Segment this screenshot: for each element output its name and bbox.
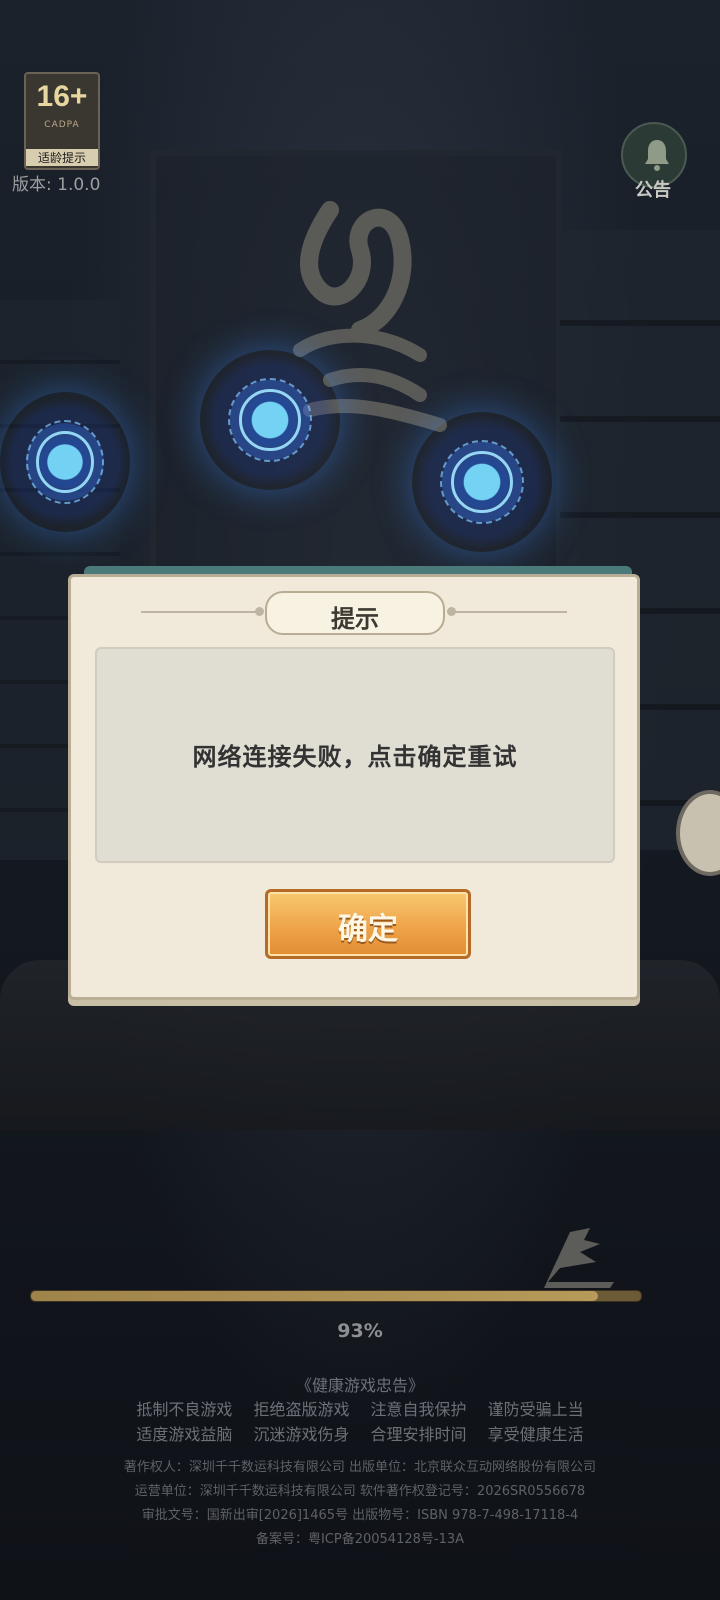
confirm-button[interactable]: 确定 [265,889,471,959]
dialog-title-dot-right [447,607,456,616]
footer-icp-line: 备案号：粤ICP备20054128号-13A [255,1532,465,1547]
footer-copyright-line: 著作权人：深圳千千数运科技有限公司 出版单位：北京联众互动网络股份有限公司 [123,1460,597,1475]
dialog-title-plate: 提示 [265,591,445,635]
magic-rune-left [0,392,130,532]
dialog-content-box: 网络连接失败，点击确定重试 [95,647,615,863]
age-rating-label: 适龄提示 [26,149,98,166]
rune-ring-inner [239,389,301,451]
confirm-button-label: 确定 [338,912,398,947]
loading-progress-bar [30,1290,642,1302]
rune-ring-inner [451,451,513,513]
dialog-title-dot-left [255,607,264,616]
age-rating-badge[interactable]: 16+ CADPA 适龄提示 [24,72,100,170]
health-notice-item: 注意自我保护 [370,1400,467,1419]
footer-operator-line: 运营单位：深圳千千数运科技有限公司 软件著作权登记号：2026SR0556678 [134,1484,586,1499]
progress-logo-icon [544,1228,614,1288]
dialog-title-line-left [141,611,259,613]
rune-ring-inner [36,431,94,493]
loading-progress-fill [31,1291,599,1301]
version-text: 版本: 1.0.0 [12,175,101,195]
alert-dialog: 提示 网络连接失败，点击确定重试 确定 [68,574,640,1000]
health-notice-item: 适度游戏益脑 [136,1425,233,1444]
dialog-title: 提示 [331,605,379,633]
health-notice-item: 拒绝盗版游戏 [253,1400,350,1419]
dialog-title-line-right [449,611,567,613]
bell-icon [645,140,669,171]
footer-approval-line: 审批文号：国新出审[2026]1465号 出版物号：ISBN 978-7-498… [141,1508,579,1523]
dialog-message: 网络连接失败，点击确定重试 [192,743,518,771]
health-notice-item: 合理安排时间 [370,1425,467,1444]
health-notice-line-2: 适度游戏益脑 沉迷游戏伤身 合理安排时间 享受健康生活 [0,1421,720,1445]
loading-progress-percent: 93% [337,1320,383,1342]
health-notice-item: 享受健康生活 [487,1425,584,1444]
magic-rune-center [200,350,340,490]
health-notice-line-1: 抵制不良游戏 拒绝盗版游戏 注意自我保护 谨防受骗上当 [0,1396,720,1420]
health-notice-title: 《健康游戏忠告》 [295,1376,424,1395]
health-notice-item: 谨防受骗上当 [487,1400,584,1419]
age-rating-number: 16+ [36,80,88,113]
notice-button[interactable]: 公告 [618,122,688,201]
health-notice-item: 沉迷游戏伤身 [253,1425,350,1444]
notice-button-label: 公告 [635,180,671,201]
age-rating-org: CADPA [44,120,80,130]
magic-rune-right [412,412,552,552]
health-notice-item: 抵制不良游戏 [136,1400,233,1419]
